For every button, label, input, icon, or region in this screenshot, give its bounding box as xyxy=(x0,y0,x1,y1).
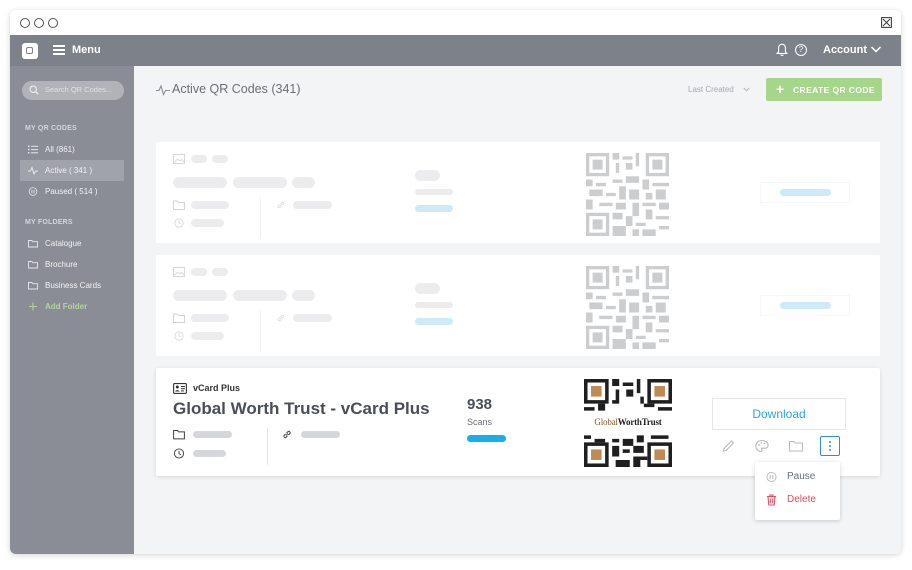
folder-icon xyxy=(173,430,185,440)
pause-circle-icon xyxy=(766,471,777,483)
qr-code-card-placeholder xyxy=(156,142,880,243)
sidebar-item-paused[interactable]: Paused ( 514 ) xyxy=(20,181,124,202)
clock-icon xyxy=(174,218,184,228)
search-placeholder: Search QR Codes... xyxy=(45,85,113,94)
scan-progress-bar xyxy=(467,435,506,442)
qr-logo: GlobalWorthTrust xyxy=(586,417,670,430)
folder-icon xyxy=(28,240,38,248)
main-content: Active QR Codes (341) Last Created + CRE… xyxy=(134,66,901,554)
add-folder-button[interactable]: Add Folder xyxy=(20,296,124,317)
link-icon xyxy=(277,314,285,322)
my-qr-codes-heading: MY QR CODES xyxy=(25,125,77,132)
qr-logo-text: Global xyxy=(594,417,618,427)
add-folder-label: Add Folder xyxy=(45,302,88,311)
my-folders-heading: MY FOLDERS xyxy=(25,219,73,226)
activity-icon xyxy=(156,84,170,96)
delete-label: Delete xyxy=(787,494,816,505)
sidebar-folder-label: Brochure xyxy=(45,260,78,269)
trash-icon xyxy=(767,494,776,506)
pause-circle-icon xyxy=(28,187,38,196)
sidebar: Search QR Codes... MY QR CODES All (861)… xyxy=(10,66,134,554)
window-control-minimize[interactable] xyxy=(34,18,44,28)
edit-pencil-icon[interactable] xyxy=(721,439,737,453)
sidebar-folder-catalogue[interactable]: Catalogue xyxy=(20,233,124,254)
app-logo[interactable] xyxy=(22,43,38,59)
image-icon xyxy=(173,267,185,277)
plus-icon: + xyxy=(776,81,785,97)
chevron-down-icon[interactable] xyxy=(743,87,750,92)
qr-code-placeholder-image xyxy=(586,153,669,236)
search-icon xyxy=(29,85,39,95)
sidebar-item-all[interactable]: All (861) xyxy=(20,139,124,160)
page-title: Active QR Codes (341) xyxy=(172,82,301,96)
link-icon xyxy=(277,201,285,209)
pause-menu-item[interactable]: Pause xyxy=(755,466,840,488)
create-qr-code-button[interactable]: + CREATE QR CODE xyxy=(766,78,882,101)
qr-code-title[interactable]: Global Worth Trust - vCard Plus xyxy=(173,399,430,419)
sidebar-folder-label: Business Cards xyxy=(45,281,102,290)
delete-menu-item[interactable]: Delete xyxy=(755,489,840,511)
hamburger-menu-icon[interactable] xyxy=(53,45,65,55)
sidebar-item-active[interactable]: Active ( 341 ) xyxy=(20,160,124,181)
window-titlebar xyxy=(10,10,901,35)
more-options-dropdown: Pause Delete xyxy=(755,462,840,520)
account-button[interactable]: Account xyxy=(823,44,867,56)
help-icon[interactable]: ? xyxy=(795,44,807,56)
search-input[interactable]: Search QR Codes... xyxy=(22,81,124,100)
window-control-close[interactable] xyxy=(20,18,30,28)
sidebar-folder-brochure[interactable]: Brochure xyxy=(20,254,124,275)
scan-count-label: Scans xyxy=(467,417,493,427)
qr-logo-text-bold: WorthTrust xyxy=(617,417,662,427)
image-icon xyxy=(173,154,185,164)
top-navigation-bar: Menu ? Account xyxy=(10,35,901,66)
sidebar-item-label: All (861) xyxy=(45,145,75,154)
sort-dropdown[interactable]: Last Created xyxy=(688,85,734,94)
clock-icon xyxy=(174,331,184,341)
scan-count: 938 xyxy=(467,396,493,413)
vcard-icon xyxy=(173,383,187,394)
create-qr-code-label: CREATE QR CODE xyxy=(793,85,875,95)
qr-code-card-placeholder xyxy=(156,255,880,356)
menu-button[interactable]: Menu xyxy=(72,44,101,56)
activity-icon xyxy=(28,166,38,175)
plus-icon xyxy=(28,302,38,311)
folder-icon xyxy=(28,261,38,269)
more-options-button[interactable] xyxy=(820,436,840,456)
qr-type-label: vCard Plus xyxy=(193,383,241,393)
sidebar-item-label: Active ( 341 ) xyxy=(45,166,93,175)
window-close-icon[interactable] xyxy=(881,17,892,28)
sidebar-folder-business-cards[interactable]: Business Cards xyxy=(20,275,124,296)
palette-icon[interactable] xyxy=(754,439,770,453)
sidebar-folder-label: Catalogue xyxy=(45,239,82,248)
app-window: Menu ? Account Search QR Codes... MY QR … xyxy=(10,10,901,554)
window-control-maximize[interactable] xyxy=(48,18,58,28)
link-icon xyxy=(283,430,291,439)
clock-icon xyxy=(173,448,185,459)
qr-code-placeholder-image xyxy=(586,266,669,349)
list-icon xyxy=(28,145,38,154)
pause-label: Pause xyxy=(787,471,816,482)
folder-icon[interactable] xyxy=(788,439,804,453)
folder-icon xyxy=(173,313,185,323)
sidebar-item-label: Paused ( 514 ) xyxy=(45,187,98,196)
qr-code-card[interactable]: vCard Plus Global Worth Trust - vCard Pl… xyxy=(156,368,880,476)
bell-icon[interactable] xyxy=(776,43,788,57)
folder-icon xyxy=(173,200,185,210)
download-button[interactable]: Download xyxy=(712,398,846,430)
chevron-down-icon[interactable] xyxy=(870,44,882,54)
folder-icon xyxy=(28,282,38,290)
